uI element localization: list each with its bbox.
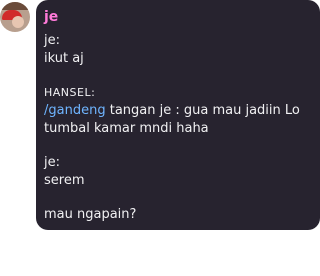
message-line-8: mau ngapain?	[44, 207, 137, 222]
chat-message-row: je je: ikut aj HANSEL: /gandeng tangan j…	[0, 0, 320, 276]
avatar-face	[12, 16, 24, 28]
message-author[interactable]: je	[44, 8, 308, 26]
command-link[interactable]: /gandeng	[44, 103, 106, 118]
message-line-4: /gandeng tangan je : gua mau jadiin Lo	[44, 102, 308, 120]
message-line-1: je:	[44, 33, 60, 48]
message-bubble: je je: ikut aj HANSEL: /gandeng tangan j…	[36, 0, 320, 230]
user-avatar-icon[interactable]	[0, 2, 30, 32]
message-line-5: tumbal kamar mndi haha	[44, 121, 209, 136]
command-text: tangan je : gua mau jadiin Lo	[105, 103, 300, 118]
message-line-7: serem	[44, 173, 85, 188]
avatar-hair	[0, 2, 30, 10]
message-line-6: je:	[44, 155, 60, 170]
message-line-2: ikut aj	[44, 51, 84, 66]
speaker-label: HANSEL:	[44, 86, 96, 99]
